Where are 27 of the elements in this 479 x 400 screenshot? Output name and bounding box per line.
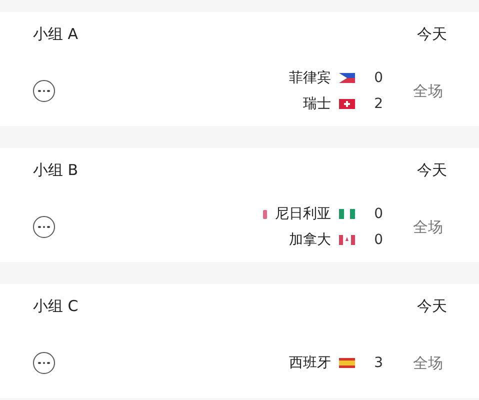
more-icon[interactable] [33,80,55,102]
more-icon[interactable] [33,352,55,374]
team-score: 0 [373,70,383,86]
match-status: 全场 [413,82,443,100]
group-title: 小组 B [33,160,78,180]
date-label: 今天 [417,24,447,44]
team-score: 2 [373,96,383,112]
group-title: 小组 A [33,24,78,44]
team-name: 瑞士 [303,95,331,113]
team-score: 3 [373,355,383,371]
date-label: 今天 [417,296,447,316]
team-name: 尼日利亚 [275,205,331,223]
flag-icon [339,99,355,109]
match-status: 全场 [413,354,443,372]
match-status: 全场 [413,218,443,236]
date-label: 今天 [417,160,447,180]
team-name: 加拿大 [289,231,331,249]
flag-icon [339,209,355,219]
group-title: 小组 C [33,296,78,316]
flag-icon [339,358,355,368]
team-name: 西班牙 [289,354,331,372]
team-score: 0 [373,206,383,222]
team-score: 0 [373,232,383,248]
more-icon[interactable] [33,216,55,238]
flag-icon [339,73,355,83]
team-name: 菲律宾 [289,69,331,87]
flag-icon [339,235,355,245]
